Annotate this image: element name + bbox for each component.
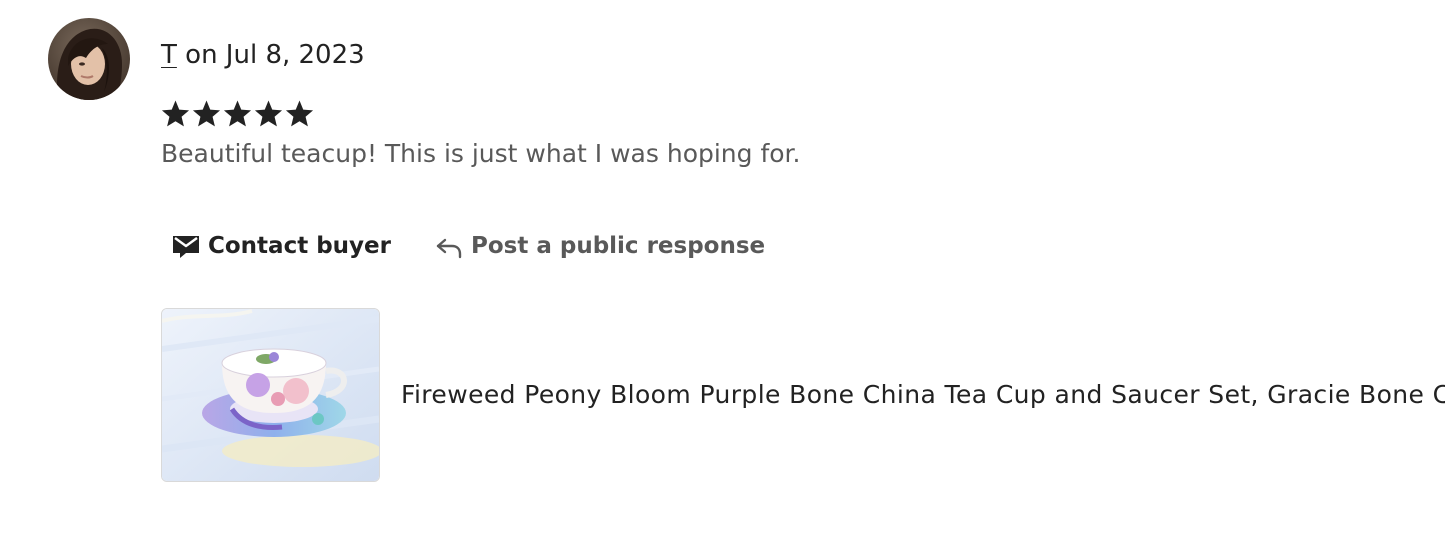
review-text: Beautiful teacup! This is just what I wa… bbox=[161, 139, 801, 168]
review-meta: T on Jul 8, 2023 bbox=[161, 38, 365, 72]
mail-icon bbox=[173, 236, 199, 258]
contact-buyer-label: Contact buyer bbox=[208, 233, 391, 259]
reviewer-name-link[interactable]: T bbox=[161, 40, 177, 70]
star-icon bbox=[223, 100, 252, 127]
avatar-photo bbox=[48, 18, 130, 100]
post-public-response-label: Post a public response bbox=[470, 233, 766, 259]
star-icon bbox=[285, 100, 314, 127]
review-date: on Jul 8, 2023 bbox=[185, 40, 365, 70]
avatar[interactable] bbox=[48, 18, 130, 100]
review-card: T on Jul 8, 2023 Beautiful teacup! This … bbox=[0, 0, 1445, 550]
contact-buyer-button[interactable]: Contact buyer bbox=[172, 232, 391, 260]
reply-arrow-icon bbox=[436, 238, 462, 259]
review-actions: Contact buyer Post a public response bbox=[172, 226, 765, 266]
listing-thumbnail[interactable] bbox=[161, 308, 380, 482]
star-icon bbox=[161, 100, 190, 127]
post-public-response-button[interactable]: Post a public response bbox=[435, 232, 765, 260]
teacup-image bbox=[162, 309, 379, 481]
listing-item: Fireweed Peony Bloom Purple Bone China T… bbox=[161, 308, 1445, 482]
star-rating bbox=[160, 98, 315, 130]
star-icon bbox=[192, 100, 221, 127]
listing-title-link[interactable]: Fireweed Peony Bloom Purple Bone China T… bbox=[401, 379, 1445, 411]
star-icon bbox=[254, 100, 283, 127]
